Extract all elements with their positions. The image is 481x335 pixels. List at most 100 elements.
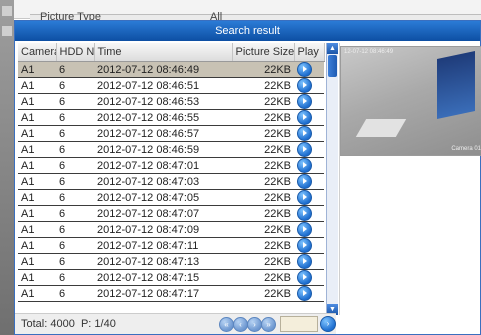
cell-time: 2012-07-12 08:47:15	[94, 269, 232, 286]
scroll-thumb[interactable]	[328, 55, 337, 77]
cell-picture-size: 22KB	[232, 93, 294, 110]
cell-time: 2012-07-12 08:46:49	[94, 61, 232, 78]
table-row[interactable]: A1 6 2012-07-12 08:47:09 22KB	[18, 221, 324, 238]
table-row[interactable]: A1 6 2012-07-12 08:46:53 22KB	[18, 93, 324, 110]
play-icon[interactable]	[297, 158, 312, 173]
table-row[interactable]: A1 6 2012-07-12 08:47:15 22KB	[18, 269, 324, 286]
cell-time: 2012-07-12 08:47:17	[94, 285, 232, 302]
table-row[interactable]: A1 6 2012-07-12 08:46:57 22KB	[18, 125, 324, 142]
cell-play	[294, 109, 324, 126]
cell-play	[294, 189, 324, 206]
cell-hdd: 6	[56, 125, 94, 142]
play-icon[interactable]	[297, 174, 312, 189]
cell-hdd: 6	[56, 61, 94, 78]
table-row[interactable]: A1 6 2012-07-12 08:46:49 22KB	[18, 61, 324, 78]
scroll-up-button[interactable]: ▲	[327, 43, 338, 54]
cell-picture-size: 22KB	[232, 173, 294, 190]
play-icon[interactable]	[297, 94, 312, 109]
cell-camera: A1	[18, 269, 56, 286]
cell-camera: A1	[18, 285, 56, 302]
cell-camera: A1	[18, 109, 56, 126]
results-scrollbar[interactable]: ▲ ▼	[326, 43, 338, 315]
play-icon[interactable]	[297, 126, 312, 141]
table-row[interactable]: A1 6 2012-07-12 08:46:55 22KB	[18, 109, 324, 126]
cell-play	[294, 221, 324, 238]
column-header-play[interactable]: Play	[294, 43, 325, 62]
cell-play	[294, 285, 324, 302]
status-text: Total: 4000 P: 1/40	[21, 318, 116, 330]
cell-picture-size: 22KB	[232, 285, 294, 302]
cell-hdd: 6	[56, 157, 94, 174]
table-row[interactable]: A1 6 2012-07-12 08:47:05 22KB	[18, 189, 324, 206]
cell-picture-size: 22KB	[232, 237, 294, 254]
table-row[interactable]: A1 6 2012-07-12 08:47:17 22KB	[18, 285, 324, 302]
cell-time: 2012-07-12 08:46:57	[94, 125, 232, 142]
column-header-camera[interactable]: Camera	[18, 43, 57, 62]
results-table: Camera HDD No. Time Picture Size Play A1…	[18, 43, 325, 302]
cell-play	[294, 61, 324, 78]
column-header-time[interactable]: Time	[94, 43, 233, 62]
cell-camera: A1	[18, 141, 56, 158]
table-row[interactable]: A1 6 2012-07-12 08:47:03 22KB	[18, 173, 324, 190]
play-icon[interactable]	[297, 142, 312, 157]
cell-picture-size: 22KB	[232, 205, 294, 222]
play-icon[interactable]	[297, 78, 312, 93]
play-icon[interactable]	[297, 62, 312, 77]
previous-page-button[interactable]: ‹	[233, 317, 248, 332]
cell-play	[294, 173, 324, 190]
cell-play	[294, 269, 324, 286]
preview-board	[437, 50, 475, 120]
cell-time: 2012-07-12 08:47:05	[94, 189, 232, 206]
cell-camera: A1	[18, 173, 56, 190]
table-row[interactable]: A1 6 2012-07-12 08:47:07 22KB	[18, 205, 324, 222]
cell-hdd: 6	[56, 205, 94, 222]
cell-picture-size: 22KB	[232, 269, 294, 286]
cell-camera: A1	[18, 61, 56, 78]
table-row[interactable]: A1 6 2012-07-12 08:47:11 22KB	[18, 237, 324, 254]
cell-time: 2012-07-12 08:46:55	[94, 109, 232, 126]
play-icon[interactable]	[297, 270, 312, 285]
play-icon[interactable]	[297, 254, 312, 269]
column-header-picture-size[interactable]: Picture Size	[232, 43, 295, 62]
cell-camera: A1	[18, 221, 56, 238]
play-icon[interactable]	[297, 206, 312, 221]
cell-hdd: 6	[56, 141, 94, 158]
cell-camera: A1	[18, 253, 56, 270]
play-icon[interactable]	[297, 238, 312, 253]
column-header-hdd[interactable]: HDD No.	[56, 43, 95, 62]
next-page-button[interactable]: ›	[247, 317, 262, 332]
cell-hdd: 6	[56, 93, 94, 110]
table-row[interactable]: A1 6 2012-07-12 08:46:59 22KB	[18, 141, 324, 158]
cell-camera: A1	[18, 125, 56, 142]
play-icon[interactable]	[297, 222, 312, 237]
play-icon[interactable]	[297, 190, 312, 205]
table-row[interactable]: A1 6 2012-07-12 08:46:51 22KB	[18, 77, 324, 94]
cell-hdd: 6	[56, 269, 94, 286]
cell-time: 2012-07-12 08:47:09	[94, 221, 232, 238]
cell-play	[294, 125, 324, 142]
cell-picture-size: 22KB	[232, 61, 294, 78]
cell-play	[294, 157, 324, 174]
cell-play	[294, 253, 324, 270]
table-row[interactable]: A1 6 2012-07-12 08:47:01 22KB	[18, 157, 324, 174]
first-page-button[interactable]: «	[219, 317, 234, 332]
background-side-strip	[0, 0, 14, 335]
cell-camera: A1	[18, 93, 56, 110]
cell-hdd: 6	[56, 237, 94, 254]
cell-hdd: 6	[56, 77, 94, 94]
preview-osd-timestamp: 12-07-12 08:46:49	[344, 49, 394, 55]
go-page-button[interactable]: ›	[320, 316, 336, 332]
page-number-input[interactable]	[280, 316, 318, 332]
play-icon[interactable]	[297, 110, 312, 125]
last-page-button[interactable]: »	[261, 317, 276, 332]
page-indicator: P: 1/40	[80, 318, 116, 330]
table-row[interactable]: A1 6 2012-07-12 08:47:13 22KB	[18, 253, 324, 270]
side-tab	[2, 6, 12, 16]
cell-hdd: 6	[56, 109, 94, 126]
cell-time: 2012-07-12 08:47:13	[94, 253, 232, 270]
play-icon[interactable]	[297, 286, 312, 301]
preview-camera-label: Camera 01	[451, 146, 481, 152]
cell-hdd: 6	[56, 285, 94, 302]
cell-time: 2012-07-12 08:46:53	[94, 93, 232, 110]
cell-camera: A1	[18, 205, 56, 222]
